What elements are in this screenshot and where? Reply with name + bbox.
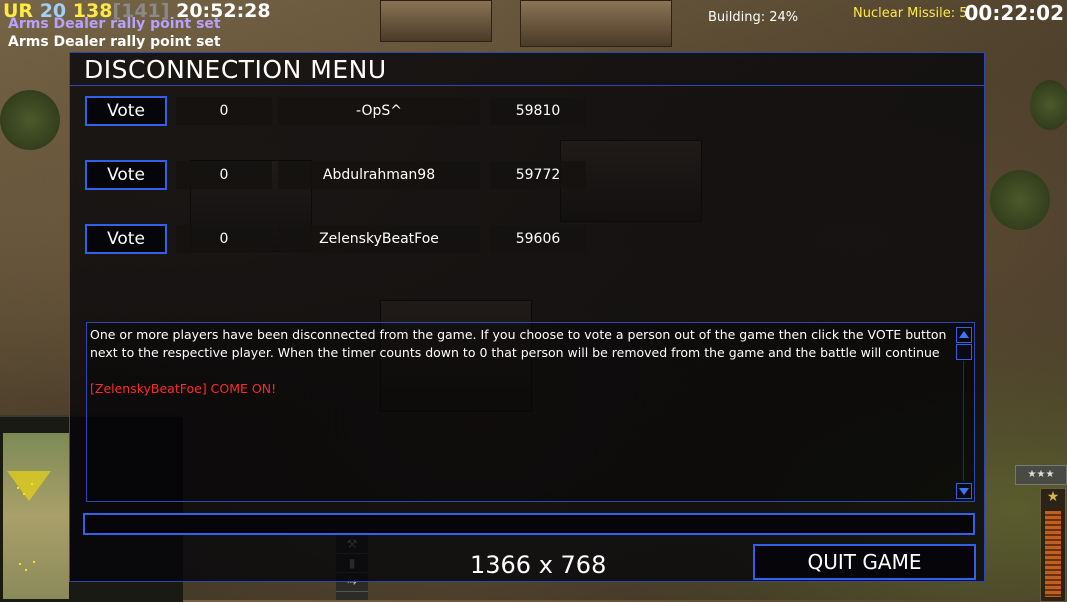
resolution-label: 1366 x 768 <box>470 551 607 579</box>
message-log[interactable]: One or more players have been disconnect… <box>86 322 975 502</box>
camera-view-marker <box>7 471 51 501</box>
chat-message: [ZelenskyBeatFoe] COME ON! <box>90 381 277 396</box>
vote-button[interactable]: Vote <box>85 160 167 190</box>
tree <box>990 170 1050 230</box>
player-name: Abdulrahman98 <box>278 161 480 189</box>
star-icon: ★ <box>1046 489 1060 505</box>
player-timeout: 59810 <box>490 97 586 125</box>
quit-game-button[interactable]: QUIT GAME <box>753 544 976 580</box>
vote-count: 0 <box>176 161 272 189</box>
scroll-up-icon[interactable] <box>956 327 972 343</box>
disconnection-dialog: DISCONNECTION MENU Vote 0 -OpS^ 59810 Vo… <box>69 52 985 582</box>
unit-dot <box>19 563 21 565</box>
chat-input[interactable] <box>83 513 975 535</box>
player-timeout: 59772 <box>490 161 586 189</box>
tree <box>1030 80 1067 130</box>
scroll-thumb[interactable] <box>956 344 972 360</box>
tree <box>0 90 60 150</box>
title-divider <box>70 85 984 86</box>
disconnect-explanation: One or more players have been disconnect… <box>90 327 947 360</box>
unit-dot <box>33 561 35 563</box>
building <box>520 0 672 47</box>
unit-dot <box>25 569 27 571</box>
power-meter: ★ <box>1040 488 1066 602</box>
unit-dot <box>17 487 19 489</box>
minimap-terrain[interactable] <box>3 433 69 599</box>
building <box>380 0 492 42</box>
vote-count: 0 <box>176 97 272 125</box>
power-meter-fill <box>1045 511 1061 597</box>
player-name: ZelenskyBeatFoe <box>278 225 480 253</box>
message-scrollbar[interactable] <box>956 325 972 499</box>
superweapon-timer: 00:22:02 <box>964 1 1065 25</box>
nuclear-missile-status: Nuclear Missile: 5 <box>853 6 968 21</box>
scroll-down-icon[interactable] <box>956 483 972 499</box>
dialog-title: DISCONNECTION MENU <box>84 55 387 84</box>
player-timeout: 59606 <box>490 225 586 253</box>
vote-button[interactable]: Vote <box>85 224 167 254</box>
building-status: Building: 24% <box>708 10 799 25</box>
rally-message: Arms Dealer rally point set <box>8 34 221 50</box>
vote-button[interactable]: Vote <box>85 96 167 126</box>
unit-dot <box>31 483 33 485</box>
player-name: -OpS^ <box>278 97 480 125</box>
scroll-track[interactable] <box>963 361 964 481</box>
unit-dot <box>23 493 25 495</box>
vote-count: 0 <box>176 225 272 253</box>
rally-message: Arms Dealer rally point set <box>8 16 221 32</box>
rank-button[interactable]: ★★★ <box>1015 465 1067 485</box>
